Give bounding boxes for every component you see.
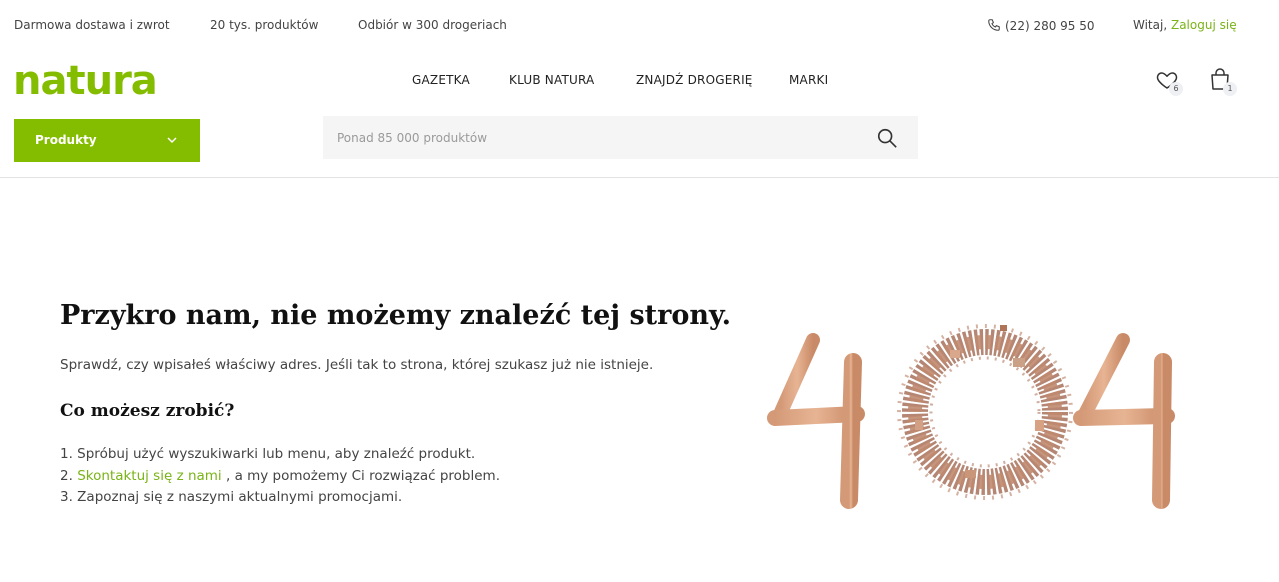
step-2-text: , a my pomożemy Ci rozwiązać problem. (225, 467, 500, 484)
digit-zero-powder (897, 324, 1073, 500)
step-2: 2. Skontaktuj się z nami , a my pomożemy… (60, 466, 500, 488)
nav-marki[interactable]: MARKI (789, 73, 828, 87)
digit-four-right (1073, 333, 1175, 509)
phone-link[interactable]: (22) 280 95 50 (987, 18, 1095, 33)
contact-link[interactable]: Skontaktuj się z nami (77, 468, 222, 484)
free-shipping-text: Darmowa dostawa i zwrot (14, 18, 170, 32)
search-icon[interactable] (876, 127, 898, 149)
products-menu-label: Produkty (35, 133, 97, 147)
search-bar (323, 116, 918, 159)
step-3: 3. Zapoznaj się z naszymi aktualnymi pro… (60, 489, 403, 505)
error-description: Sprawdź, czy wpisałeś właściwy adres. Je… (60, 357, 654, 373)
wishlist-button[interactable]: 6 (1155, 66, 1187, 98)
login-link[interactable]: Zaloguj się (1171, 18, 1237, 32)
wishlist-count-badge: 6 (1169, 82, 1183, 96)
step-2-number: 2. (60, 467, 73, 484)
chevron-down-icon (167, 137, 177, 144)
digit-four-left (767, 333, 865, 509)
cart-count-badge: 1 (1223, 82, 1237, 96)
phone-icon (988, 19, 1000, 31)
nav-gazetka[interactable]: GAZETKA (412, 73, 470, 87)
products-count-text: 20 tys. produktów (210, 18, 319, 32)
header-divider (0, 177, 1279, 178)
page-title: Przykro nam, nie możemy znaleźć tej stro… (60, 300, 732, 331)
section-title: Co możesz zrobić? (60, 401, 235, 421)
nav-znajdz-drogerie[interactable]: ZNAJDŹ DROGERIĘ (636, 73, 753, 87)
help-steps-list: 1. Spróbuj użyć wyszukiwarki lub menu, a… (60, 444, 500, 509)
natura-logo[interactable]: natura (13, 56, 158, 106)
step-1: 1. Spróbuj użyć wyszukiwarki lub menu, a… (60, 446, 476, 462)
nav-klub-natura[interactable]: KLUB NATURA (509, 73, 594, 87)
phone-number: (22) 280 95 50 (1005, 19, 1095, 33)
top-bar: Darmowa dostawa i zwrot 20 tys. produktó… (0, 0, 1279, 52)
greeting-text: Witaj, (1133, 18, 1168, 32)
pickup-text: Odbiór w 300 drogeriach (358, 18, 507, 32)
search-input[interactable] (323, 116, 877, 159)
account-greeting: Witaj, Zaloguj się (1133, 18, 1237, 32)
404-illustration (767, 324, 1175, 509)
cart-button[interactable]: 1 (1209, 66, 1241, 98)
products-menu-button[interactable]: Produkty (14, 119, 200, 162)
